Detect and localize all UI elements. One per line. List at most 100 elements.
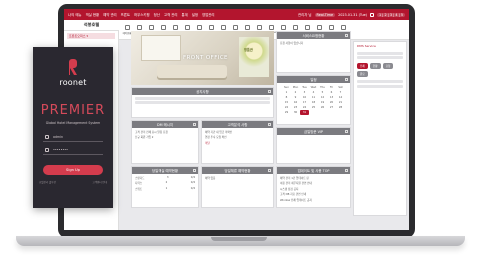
toolbar-glyph-icon bbox=[256, 24, 262, 30]
top-menu-item[interactable]: 하우스키핑 bbox=[134, 12, 150, 17]
toolbar-glyph-icon bbox=[268, 25, 274, 30]
top-menu-item[interactable]: 프론트 bbox=[121, 12, 130, 17]
close-icon[interactable] bbox=[268, 89, 271, 93]
toolbar-glyph-icon bbox=[172, 24, 178, 30]
calendar-day[interactable]: 29 bbox=[282, 110, 291, 115]
panel-analysis: 고객분석 사항 예약 기간 내 입금 미확인 연장 투숙 요청 확인 미달 bbox=[201, 120, 274, 164]
top-usage-item[interactable]: 고객 DB 자료 관련 안내 bbox=[280, 192, 347, 196]
calendar-day[interactable]: 30 bbox=[291, 110, 300, 115]
close-icon[interactable] bbox=[193, 168, 196, 172]
panel-service-request: 서비스요청현황 요청 사항이 없습니다 bbox=[276, 31, 351, 73]
panel-analysis-header: 고객분석 사항 bbox=[202, 121, 273, 128]
calendar-day[interactable] bbox=[327, 110, 336, 115]
analysis-tag: 미달 bbox=[205, 141, 210, 145]
toolbar-glyph-icon bbox=[244, 24, 250, 30]
panel-room-status-title: 당일객실 예약현황 bbox=[151, 169, 179, 173]
counter-strip: 1 | 2 | 3 | 4 | 5 bbox=[377, 12, 405, 17]
top-menu-item[interactable]: 고객 관리 bbox=[164, 12, 178, 17]
right-panel-buttons: 전체 현황 요청완료 bbox=[354, 61, 406, 79]
calendar-day[interactable] bbox=[309, 110, 318, 115]
room-status-list: 스탠다드 3 0/4 디럭스 2 0/4 스위트 1 0/4 bbox=[132, 176, 198, 191]
top-menu-item[interactable]: 정산 bbox=[154, 12, 160, 17]
login-tagline: Global Hotel Management System bbox=[45, 121, 101, 125]
lock-icon bbox=[45, 148, 49, 152]
login-footer: 호텔관리 솔루션 고객센터 안내 bbox=[39, 181, 107, 185]
placeholder-line bbox=[357, 56, 403, 59]
laptop-mockup: 나의 메뉴 객실 현황 예약 관리 프론트 하우스키핑 정산 고객 관리 통계 설정 영업관리 관… bbox=[0, 0, 477, 255]
room-status-row[interactable]: 디럭스 2 0/4 bbox=[135, 181, 195, 185]
close-icon[interactable] bbox=[193, 122, 196, 126]
toolbar-glyph-icon bbox=[184, 24, 190, 30]
close-icon[interactable] bbox=[345, 129, 348, 133]
calendar-day[interactable] bbox=[318, 110, 327, 115]
room-status-cell: 스위트 bbox=[135, 187, 143, 191]
room-status-cell: 0/4 bbox=[190, 186, 195, 190]
dm-line[interactable]: 고객 관리 전체 표시 알림 요청 bbox=[135, 130, 195, 134]
toolbar-glyph-icon bbox=[220, 24, 226, 30]
right-panel-button[interactable]: 전체 bbox=[357, 62, 368, 69]
top-usage-item[interactable]: Window 전체 업데이트 공지 bbox=[280, 198, 347, 202]
top-menu-item[interactable]: 설정 bbox=[192, 12, 198, 17]
close-icon[interactable] bbox=[268, 168, 271, 172]
close-icon[interactable] bbox=[345, 168, 348, 172]
room-status-cell: 0/4 bbox=[190, 181, 195, 184]
username-field[interactable]: admin bbox=[43, 133, 103, 142]
room-status-cell: 0/4 bbox=[190, 175, 195, 179]
panel-top-usage: 업데이트 및 사용 TOP 예약 관리 1건 업데이트 된 이용 관리 세무지원 … bbox=[276, 166, 351, 208]
placeholder-line bbox=[357, 51, 403, 55]
toolbar-glyph-icon bbox=[340, 25, 346, 30]
panel-calendar-header: 일정 bbox=[277, 76, 350, 83]
top-usage-item[interactable]: 시스템 점검 공지 bbox=[280, 187, 347, 191]
login-wordmark: roonet bbox=[59, 78, 87, 87]
calendar-day[interactable]: 31 bbox=[300, 110, 309, 115]
panel-dm: DM 메시지 고객 관리 전체 표시 알림 요청 신규 회원 가입 2 bbox=[131, 120, 199, 164]
right-panel-button[interactable]: 완료 bbox=[357, 70, 368, 77]
panel-right: DMS Service 전체 현황 요청완료 bbox=[353, 41, 407, 216]
username-value: admin bbox=[53, 135, 63, 139]
banner-badge: 명품관 bbox=[244, 48, 253, 52]
top-menu-item[interactable]: 통계 bbox=[181, 12, 187, 17]
realtime-badge[interactable]: Real-Time bbox=[314, 12, 336, 17]
analysis-line[interactable]: 예약 기간 내 입금 미확인 bbox=[205, 130, 270, 134]
dm-line[interactable]: 신규 회원 가입 2 bbox=[135, 135, 195, 139]
toolbar-glyph-icon bbox=[136, 24, 142, 30]
analysis-line[interactable]: 연장 투숙 요청 확인 bbox=[205, 135, 270, 139]
panel-calendar: 일정 Sun Mon Tue Wed Thu Fri Sat 1 2 3 4 5 6 7 8 9 10 11 12 1… bbox=[276, 75, 351, 125]
sidebar-item-front-office[interactable]: 프론트오피스 ▾ bbox=[67, 33, 115, 39]
footer-right[interactable]: 고객센터 안내 bbox=[92, 181, 107, 185]
close-icon[interactable] bbox=[345, 77, 348, 81]
placeholder-line bbox=[135, 96, 270, 100]
flower-graphic: 명품관 bbox=[239, 37, 269, 77]
top-menu-item[interactable]: 나의 메뉴 bbox=[68, 12, 82, 17]
right-panel-button[interactable]: 요청 bbox=[382, 62, 394, 69]
room-stay-line: 예약 없음 bbox=[205, 176, 216, 180]
user-label[interactable]: 관리자 님 bbox=[298, 12, 312, 17]
room-status-row[interactable]: 스탠다드 3 0/4 bbox=[135, 176, 195, 180]
panel-dm-header: DM 메시지 bbox=[132, 121, 198, 128]
footer-left[interactable]: 호텔관리 솔루션 bbox=[39, 181, 56, 185]
panel-top-usage-title: 업데이트 및 사용 TOP bbox=[297, 169, 330, 173]
settings-icon[interactable] bbox=[370, 12, 375, 17]
sign-up-button[interactable]: Sign Up bbox=[43, 165, 103, 175]
panel-service-header: 서비스요청현황 bbox=[277, 32, 350, 39]
login-card: roonet PREMIER Global Hotel Management S… bbox=[33, 47, 113, 208]
top-menu-item[interactable]: 예약 관리 bbox=[103, 12, 117, 17]
password-field[interactable]: •••••••• bbox=[43, 146, 103, 155]
datetime: 2023.01.31 (Tue) bbox=[338, 12, 368, 17]
room-status-row[interactable]: 스위트 1 0/4 bbox=[135, 187, 195, 191]
toolbar-glyph-icon bbox=[316, 25, 322, 30]
top-menu-item[interactable]: 객실 현황 bbox=[86, 12, 100, 17]
toolbar-glyph-icon bbox=[196, 24, 202, 30]
top-usage-list: 예약 관리 1건 업데이트 된 이용 관리 세무지원 관련 안내시스템 점검 공지… bbox=[277, 176, 350, 202]
panel-notice-header: 공지사항 bbox=[132, 88, 273, 95]
room-status-cell: 디럭스 bbox=[135, 182, 143, 185]
top-usage-item[interactable]: 이용 관리 세무지원 관련 안내 bbox=[280, 181, 347, 185]
right-panel-button[interactable]: 현황 bbox=[369, 62, 381, 69]
roonet-logo-icon bbox=[69, 59, 77, 75]
top-menu-item[interactable]: 영업관리 bbox=[202, 12, 214, 17]
close-icon[interactable] bbox=[268, 122, 271, 126]
right-panel-title: DMS Service bbox=[357, 44, 376, 48]
close-icon[interactable] bbox=[345, 33, 348, 37]
calendar-day[interactable] bbox=[336, 110, 345, 115]
top-usage-item[interactable]: 예약 관리 1건 업데이트 된 bbox=[280, 176, 347, 180]
